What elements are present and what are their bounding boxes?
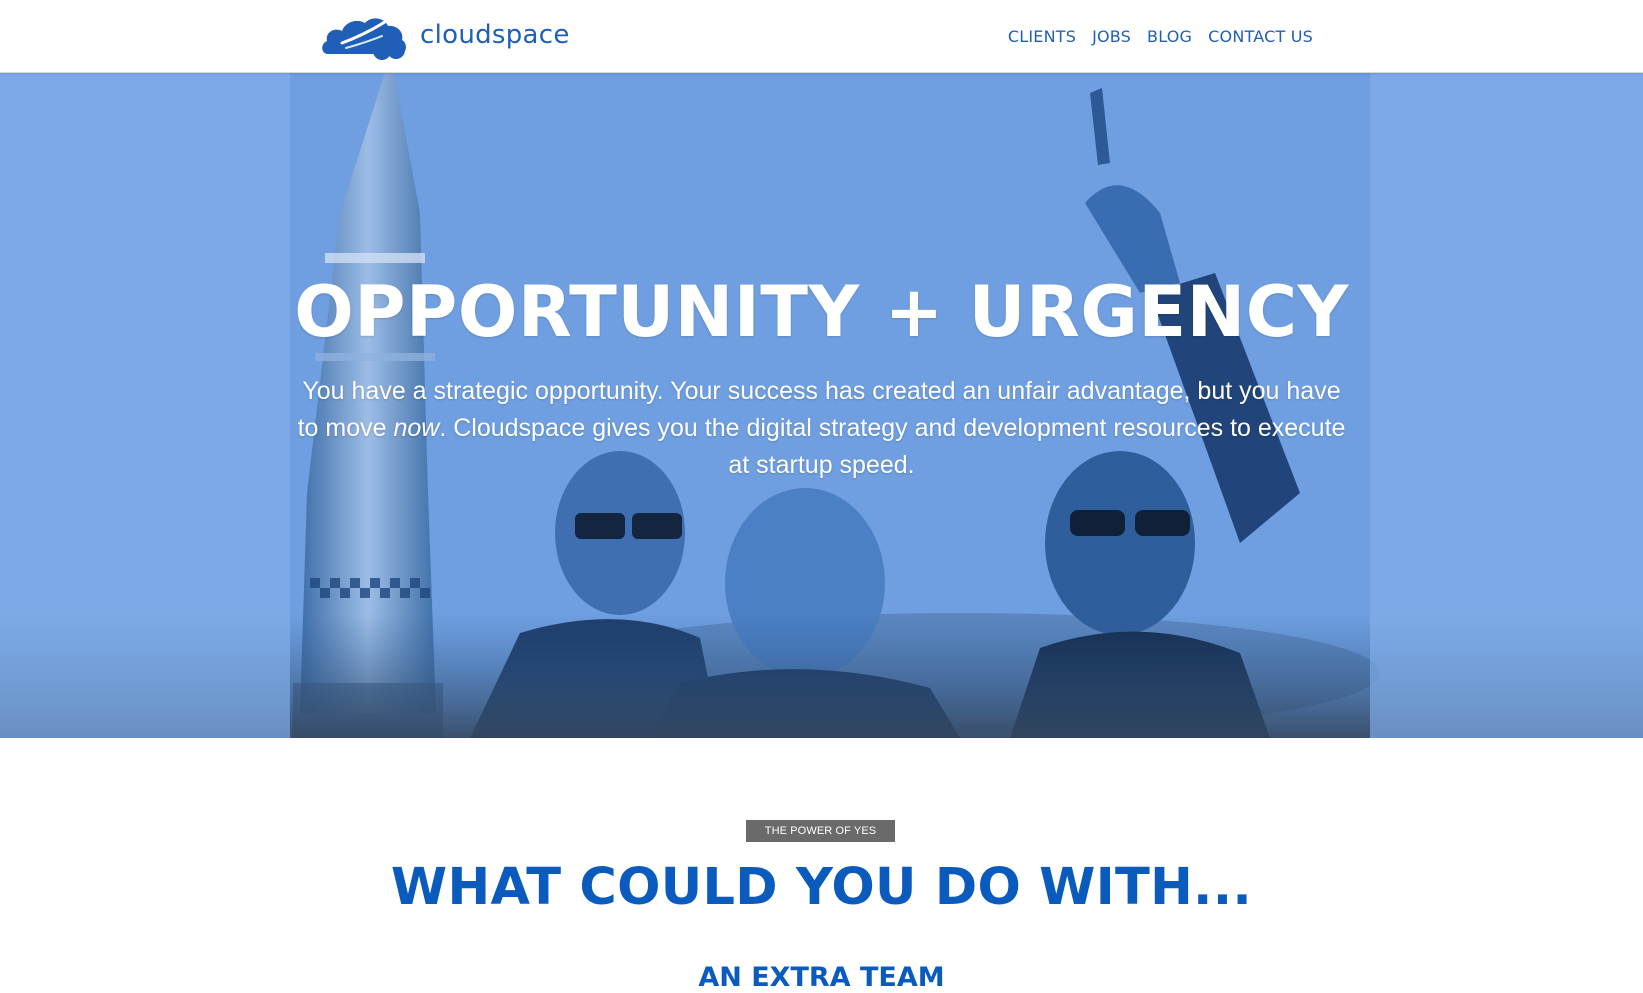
nav-contact-link[interactable]: CONTACT US xyxy=(1208,27,1313,46)
site-header: cloudspace CLIENTS JOBS BLOG CONTACT US xyxy=(0,0,1643,73)
hero-description: You have a strategic opportunity. Your s… xyxy=(290,373,1353,484)
hero-banner: OPPORTUNITY + URGENCY You have a strateg… xyxy=(0,73,1643,738)
hero-text-part-2: . Cloudspace gives you the digital strat… xyxy=(439,414,1346,479)
section-subtitle: AN EXTRA TEAM xyxy=(698,962,945,993)
nav-jobs-link[interactable]: JOBS xyxy=(1092,27,1131,46)
main-nav: CLIENTS JOBS BLOG CONTACT US xyxy=(1008,0,1313,73)
hero-title: OPPORTUNITY + URGENCY xyxy=(294,271,1349,353)
logo-link[interactable]: cloudspace xyxy=(320,10,570,60)
section-title: WHAT COULD YOU DO WITH... xyxy=(390,858,1253,917)
logo-text: cloudspace xyxy=(420,20,570,50)
hero-text-emphasis: now xyxy=(393,414,440,442)
nav-clients-link[interactable]: CLIENTS xyxy=(1008,27,1076,46)
cloud-rocket-logo-icon xyxy=(322,10,406,60)
nav-blog-link[interactable]: BLOG xyxy=(1147,27,1192,46)
section-badge: THE POWER OF YES xyxy=(746,820,895,842)
